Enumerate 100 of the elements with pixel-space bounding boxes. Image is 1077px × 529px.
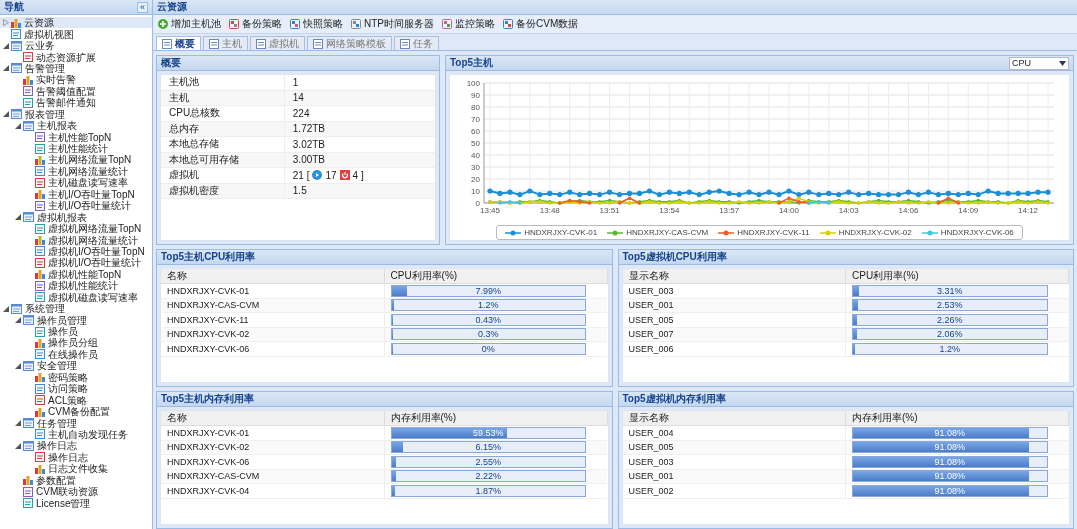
report-icon bbox=[23, 120, 34, 131]
tree-item[interactable]: 报表管理 bbox=[0, 108, 152, 120]
tab[interactable]: 任务 bbox=[394, 36, 439, 50]
tree-item[interactable]: 主机磁盘读写速率 bbox=[0, 177, 152, 189]
collapse-arrow-icon[interactable] bbox=[3, 42, 11, 49]
tree-item[interactable]: 主机网络流量TopN bbox=[0, 154, 152, 166]
toolbar-button[interactable]: 备份CVM数据 bbox=[501, 17, 581, 31]
tree-item[interactable]: 云业务 bbox=[0, 39, 152, 52]
tree-item[interactable]: 操作员管理 bbox=[0, 314, 152, 326]
tree-item[interactable]: ACL策略 bbox=[0, 394, 152, 406]
progress-reading: 6.15% bbox=[474, 442, 503, 453]
collapse-arrow-icon[interactable] bbox=[3, 305, 11, 312]
bar-chart-icon bbox=[35, 372, 45, 383]
tree-item[interactable]: 参数配置 bbox=[0, 474, 152, 486]
tree-item[interactable]: 访问策略 bbox=[0, 383, 152, 395]
tree-item[interactable]: 动态资源扩展 bbox=[0, 51, 152, 63]
tree-label: 实时告警 bbox=[36, 74, 76, 86]
toolbar-button[interactable]: 增加主机池 bbox=[156, 17, 223, 31]
tree-item[interactable]: 主机I/O吞吐量TopN bbox=[0, 188, 152, 200]
tree-item[interactable]: 虚拟机磁盘读写速率 bbox=[0, 291, 152, 303]
tree-item[interactable]: 主机报表 bbox=[0, 119, 152, 132]
collapse-arrow-icon[interactable] bbox=[15, 362, 23, 369]
collapse-arrow-icon[interactable] bbox=[3, 111, 11, 118]
axis-label: 30 bbox=[470, 163, 480, 172]
tree-item[interactable]: 主机性能TopN bbox=[0, 131, 152, 143]
page-icon bbox=[162, 38, 172, 49]
tree-item[interactable]: 主机性能统计 bbox=[0, 142, 152, 155]
tree-item[interactable]: 虚拟机网络流量TopN bbox=[0, 222, 152, 235]
panel-title: Top5主机CPU利用率 bbox=[161, 250, 256, 264]
collapse-arrow-icon[interactable] bbox=[15, 317, 23, 324]
tree-label: 虚拟机I/O吞吐量TopN bbox=[48, 245, 145, 257]
legend-marker-icon bbox=[505, 229, 522, 236]
document-icon bbox=[35, 200, 45, 211]
tree-item[interactable]: 操作日志 bbox=[0, 440, 152, 452]
progress-reading: 91.08% bbox=[933, 456, 967, 467]
tree-item[interactable]: 虚拟机性能统计 bbox=[0, 280, 152, 292]
tree-item[interactable]: 操作员分组 bbox=[0, 337, 152, 349]
stopped-count: 4 ] bbox=[352, 169, 364, 181]
tree-item[interactable]: 日志文件收集 bbox=[0, 463, 152, 475]
tree-label: 虚拟机I/O吞吐量统计 bbox=[48, 257, 142, 269]
collapse-arrow-icon[interactable] bbox=[15, 442, 23, 449]
column-header: CPU利用率(%) bbox=[845, 269, 1069, 284]
tree-label: 云业务 bbox=[25, 40, 55, 52]
tree-item[interactable]: 虚拟机视图 bbox=[0, 28, 152, 40]
table-cell: 1 bbox=[292, 76, 299, 88]
tree-item[interactable]: CVM备份配置 bbox=[0, 405, 152, 418]
legend-label: HNDXRJXY-CVK-11 bbox=[737, 228, 810, 237]
tab[interactable]: 网络策略模板 bbox=[307, 36, 392, 50]
tree-item[interactable]: 告警阈值配置 bbox=[0, 85, 152, 98]
tree-item[interactable]: 虚拟机性能TopN bbox=[0, 268, 152, 281]
toolbar-button[interactable]: 备份策略 bbox=[227, 17, 284, 31]
bar-chart-icon bbox=[35, 406, 45, 417]
tree-label: CVM联动资源 bbox=[36, 486, 99, 498]
tree-label: ACL策略 bbox=[48, 394, 88, 406]
tree-item[interactable]: 密码策略 bbox=[0, 371, 152, 383]
axis-label: 13:45 bbox=[479, 206, 500, 215]
toolbar-button[interactable]: 监控策略 bbox=[440, 17, 497, 31]
tree-label: 任务管理 bbox=[37, 417, 77, 429]
tree-item[interactable]: 安全管理 bbox=[0, 360, 152, 372]
toolbar-button[interactable]: 快照策略 bbox=[288, 17, 345, 31]
tree-item[interactable]: License管理 bbox=[0, 497, 152, 509]
tab[interactable]: 概要 bbox=[156, 36, 201, 50]
tab[interactable]: 虚拟机 bbox=[250, 36, 305, 50]
collapse-button[interactable]: « bbox=[137, 1, 148, 13]
tree-label: 主机I/O吞吐量TopN bbox=[48, 188, 135, 200]
tree-item[interactable]: 虚拟机I/O吞吐量统计 bbox=[0, 257, 152, 269]
tab[interactable]: 主机 bbox=[203, 36, 248, 50]
table-cell: 1.5 bbox=[292, 185, 307, 197]
tree-item[interactable]: 系统管理 bbox=[0, 302, 152, 315]
legend-marker-icon bbox=[718, 229, 735, 236]
tree-item[interactable]: 主机网络流量统计 bbox=[0, 165, 152, 178]
tree-label: 主机性能统计 bbox=[48, 143, 108, 155]
collapse-arrow-icon[interactable] bbox=[15, 420, 23, 427]
tree-item[interactable]: 在线操作员 bbox=[0, 348, 152, 361]
metric-dropdown[interactable]: CPU bbox=[1009, 56, 1069, 70]
tree-item[interactable]: CVM联动资源 bbox=[0, 485, 152, 498]
tree-item[interactable]: 虚拟机网络流量统计 bbox=[0, 234, 152, 246]
table-cell: 224 bbox=[292, 107, 310, 119]
tree-item[interactable]: 云资源 bbox=[0, 17, 152, 29]
report-icon bbox=[23, 418, 34, 429]
table-cell: 主机池 bbox=[161, 75, 285, 90]
document-icon bbox=[35, 326, 45, 337]
progress-reading: 91.08% bbox=[933, 485, 967, 496]
tree-item[interactable]: 虚拟机I/O吞吐量TopN bbox=[0, 245, 152, 258]
collapse-arrow-icon[interactable] bbox=[3, 65, 11, 72]
tree-item[interactable]: 主机自动发现任务 bbox=[0, 428, 152, 441]
tree-item[interactable]: 虚拟机报表 bbox=[0, 211, 152, 223]
tree-item[interactable]: 告警管理 bbox=[0, 62, 152, 75]
bar-chart-icon bbox=[35, 463, 45, 474]
tree-item[interactable]: 操作日志 bbox=[0, 451, 152, 464]
toolbar-button[interactable]: NTP时间服务器 bbox=[349, 17, 436, 31]
report-icon bbox=[23, 212, 34, 223]
collapse-arrow-icon[interactable] bbox=[15, 122, 23, 129]
tree-item[interactable]: 实时告警 bbox=[0, 74, 152, 86]
tree-label: 报表管理 bbox=[25, 108, 65, 120]
collapse-arrow-icon[interactable] bbox=[15, 214, 23, 221]
tree-item[interactable]: 主机I/O吞吐量统计 bbox=[0, 200, 152, 212]
tree-item[interactable]: 告警邮件通知 bbox=[0, 97, 152, 109]
tree-item[interactable]: 任务管理 bbox=[0, 417, 152, 429]
tree-item[interactable]: 操作员 bbox=[0, 325, 152, 338]
